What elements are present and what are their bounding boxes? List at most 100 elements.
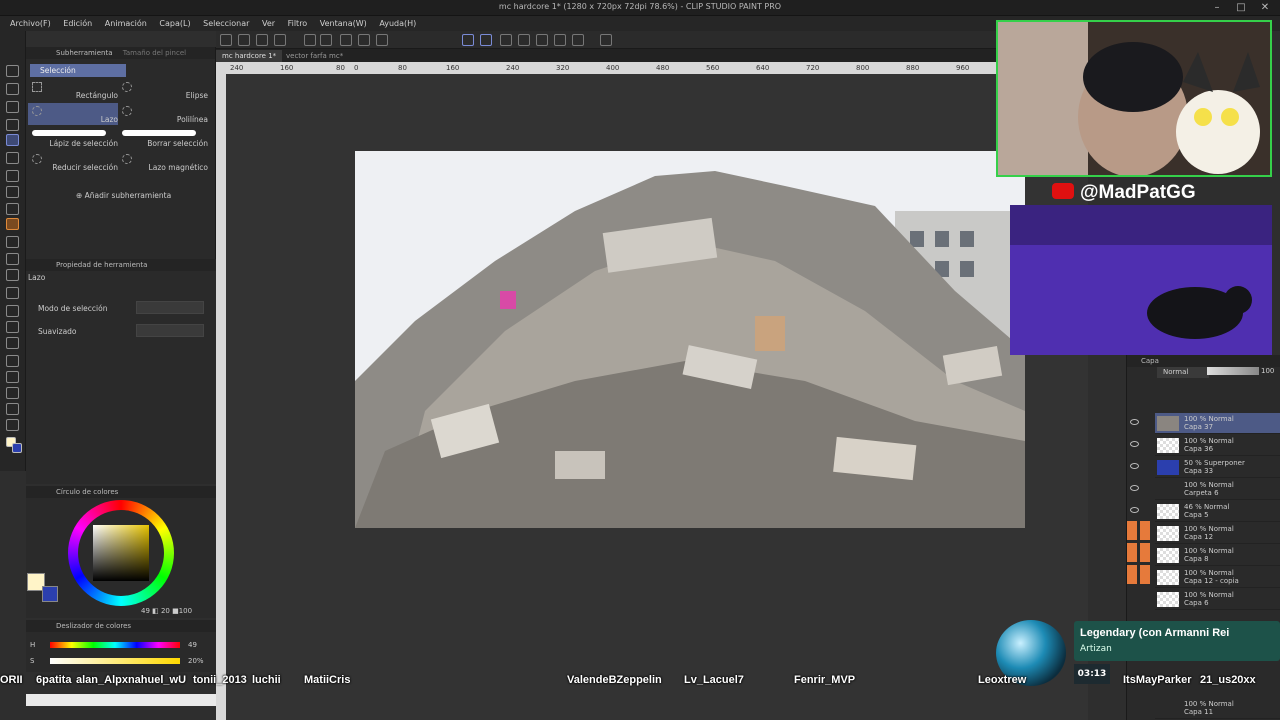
minimize-button[interactable]: – [1206, 1, 1228, 14]
window-title: mc hardcore 1* (1280 x 720px 72dpi 78.6%… [498, 2, 782, 11]
eye-icon[interactable] [1130, 463, 1139, 469]
gradient-icon[interactable] [6, 321, 19, 333]
snap-grid-icon[interactable] [500, 34, 512, 46]
layer-row[interactable]: 100 % Normal Capa 36 [1155, 435, 1280, 456]
fill-tool-icon[interactable] [6, 305, 19, 317]
saturation-slider[interactable] [50, 658, 180, 664]
layer-color-tag [1140, 565, 1150, 584]
add-subtool-button[interactable]: ⊕ Añadir subherramienta [76, 191, 171, 200]
hue-slider[interactable] [50, 642, 180, 648]
eye-icon[interactable] [1130, 419, 1139, 425]
correct-line-icon[interactable] [6, 419, 19, 431]
opacity-slider[interactable] [1207, 367, 1259, 375]
sub-color-chip[interactable] [12, 443, 22, 453]
subtool-shrink-selection[interactable]: Reducir selección [28, 151, 118, 173]
snap-ruler-icon[interactable] [462, 34, 474, 46]
close-button[interactable]: ✕ [1254, 1, 1276, 14]
selection-mode-buttons[interactable] [136, 301, 204, 314]
layer-folder-row[interactable]: 100 % Normal Carpeta 6 [1155, 479, 1280, 500]
layer-row[interactable]: 100 % Normal Capa 8 [1155, 545, 1280, 566]
layer-row[interactable]: 100 % Normal Capa 11 [1155, 698, 1280, 719]
eyedropper-icon[interactable] [6, 170, 19, 182]
decoration-icon[interactable] [6, 253, 19, 265]
tab-subtool[interactable]: Subherramienta [56, 49, 113, 57]
layer-toolbar[interactable] [1157, 381, 1257, 391]
layer-color-tag [1127, 565, 1137, 584]
pencil-icon[interactable] [6, 203, 19, 215]
figure-icon[interactable] [6, 337, 19, 349]
layer-row[interactable]: 100 % Normal Capa 37 [1155, 413, 1280, 434]
airbrush-icon[interactable] [6, 236, 19, 248]
export-icon[interactable] [274, 34, 286, 46]
canvas-image-rubble[interactable] [355, 151, 1025, 528]
new-canvas-icon[interactable] [220, 34, 232, 46]
antialias-buttons[interactable] [136, 324, 204, 337]
blend-icon[interactable] [6, 287, 19, 299]
menu-view[interactable]: Ver [262, 16, 275, 31]
blend-mode-select[interactable]: Normal [1157, 367, 1209, 378]
text-icon[interactable] [6, 387, 19, 399]
maximize-button[interactable]: □ [1230, 1, 1252, 14]
shrink-selection-icon [32, 154, 42, 164]
layer-row[interactable]: 100 % Normal Capa 12 - copia [1155, 567, 1280, 588]
frame-icon[interactable] [6, 355, 19, 367]
subtool-polyline[interactable]: Polilínea [118, 103, 208, 125]
layer-thumbnail [1157, 504, 1179, 519]
clear-icon[interactable] [340, 34, 352, 46]
ruler-icon[interactable] [6, 371, 19, 383]
show-selection-icon[interactable] [600, 34, 612, 46]
menu-animation[interactable]: Animación [105, 16, 147, 31]
move-layer-icon[interactable] [6, 119, 19, 131]
menu-filter[interactable]: Filtro [288, 16, 308, 31]
subtool-lasso[interactable]: Lazo [28, 103, 118, 125]
deselect-icon[interactable] [518, 34, 530, 46]
pen-icon[interactable] [6, 186, 19, 198]
move-icon[interactable] [6, 83, 19, 95]
menu-help[interactable]: Ayuda(H) [379, 16, 416, 31]
open-icon[interactable] [238, 34, 250, 46]
subtool-selection-pen[interactable]: Lápiz de selección [28, 127, 118, 149]
expand-selection-icon[interactable] [554, 34, 566, 46]
eye-icon[interactable] [1130, 485, 1139, 491]
horizontal-ruler: 240 160 80 0 80 160 240 320 400 480 560 … [226, 62, 996, 74]
layer-row[interactable]: 100 % Normal Capa 12 [1155, 523, 1280, 544]
streamer-webcam-image [998, 22, 1270, 177]
tab-brush-size[interactable]: Tamaño del pincel [123, 49, 186, 57]
eye-icon[interactable] [1130, 441, 1139, 447]
magnetic-lasso-icon [122, 154, 132, 164]
layer-row[interactable]: 50 % Superponer Capa 33 [1155, 457, 1280, 478]
tab-mc-hardcore[interactable]: mc hardcore 1* [216, 50, 283, 62]
auto-select-icon[interactable] [6, 152, 19, 164]
crop-icon[interactable] [572, 34, 584, 46]
subtool-magnetic-lasso[interactable]: Lazo magnético [118, 151, 208, 173]
balloon-icon[interactable] [6, 403, 19, 415]
zoom-icon[interactable] [6, 65, 19, 77]
operation-icon[interactable] [6, 101, 19, 113]
brush-icon[interactable] [6, 218, 19, 230]
selection-tool-icon[interactable] [6, 134, 19, 146]
save-icon[interactable] [256, 34, 268, 46]
saturation-value-square[interactable] [93, 525, 149, 581]
subtool-group-selection[interactable]: Selección [30, 64, 126, 77]
sub-color-swatch[interactable] [42, 586, 58, 602]
layer-row[interactable]: 46 % Normal Capa 5 [1155, 501, 1280, 522]
subtool-ellipse[interactable]: Elipse [118, 79, 208, 101]
snap-special-ruler-icon[interactable] [480, 34, 492, 46]
rectangle-select-icon [32, 82, 42, 92]
fill-icon[interactable] [358, 34, 370, 46]
menu-window[interactable]: Ventana(W) [320, 16, 367, 31]
undo-icon[interactable] [304, 34, 316, 46]
transform-icon[interactable] [376, 34, 388, 46]
tab-vector-farfa[interactable]: vector farfa mc* [280, 50, 349, 62]
invert-selection-icon[interactable] [536, 34, 548, 46]
subtool-rectangle[interactable]: Rectángulo [28, 79, 118, 101]
redo-icon[interactable] [320, 34, 332, 46]
layer-row[interactable]: 100 % Normal Capa 6 [1155, 589, 1280, 610]
menu-file[interactable]: Archivo(F) [10, 16, 51, 31]
menu-edit[interactable]: Edición [63, 16, 92, 31]
menu-select[interactable]: Seleccionar [203, 16, 249, 31]
menu-layer[interactable]: Capa(L) [159, 16, 190, 31]
eye-icon[interactable] [1130, 507, 1139, 513]
subtool-erase-selection[interactable]: Borrar selección [118, 127, 208, 149]
eraser-icon[interactable] [6, 269, 19, 281]
